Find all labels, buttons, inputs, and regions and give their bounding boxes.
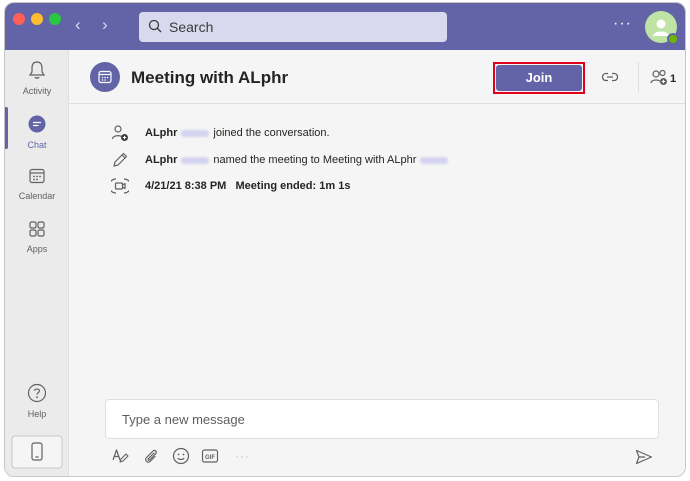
video-call-icon xyxy=(111,178,129,194)
send-icon[interactable] xyxy=(635,449,653,465)
attach-icon[interactable] xyxy=(143,447,159,465)
chat-header: Meeting with ALphr Join 1 xyxy=(69,50,685,104)
rail-item-label: Calendar xyxy=(18,191,56,201)
event-timestamp: 4/21/21 8:38 PM xyxy=(145,180,227,192)
page-title: Meeting with ALphr xyxy=(131,68,289,87)
event-text: 4/21/21 8:38 PM Meeting ended: 1m 1s xyxy=(145,180,350,192)
search-placeholder: Search xyxy=(169,19,214,35)
divider xyxy=(638,62,639,92)
rail-item-chat[interactable]: Chat xyxy=(5,114,69,150)
rail-item-activity[interactable]: Activity xyxy=(5,60,69,96)
format-text-icon[interactable] xyxy=(111,447,129,465)
rail-item-help[interactable]: Help xyxy=(5,383,69,419)
meeting-duration: 1m 1s xyxy=(319,180,351,192)
meeting-avatar xyxy=(90,62,120,92)
search-input[interactable]: Search xyxy=(139,12,447,42)
pencil-icon xyxy=(113,152,128,167)
minimize-window-button[interactable] xyxy=(31,13,43,25)
rail-item-label: Help xyxy=(27,409,47,419)
profile-avatar[interactable] xyxy=(645,11,679,45)
close-window-button[interactable] xyxy=(13,13,25,25)
blurred-surname xyxy=(420,156,449,164)
mobile-phone-icon xyxy=(11,435,63,469)
more-options-button[interactable]: ··· xyxy=(613,15,632,33)
rail-item-apps[interactable]: Apps xyxy=(5,220,69,254)
blurred-surname xyxy=(181,156,210,164)
event-text: ALphr named the meeting to Meeting with A… xyxy=(145,154,452,166)
emoji-icon[interactable] xyxy=(172,447,190,465)
chat-pane: Meeting with ALphr Join 1 ALphr joined t… xyxy=(69,50,685,476)
app-bar: Activity Chat Calendar Apps Help xyxy=(5,50,69,476)
blurred-surname xyxy=(181,129,210,137)
link-icon[interactable] xyxy=(601,70,619,84)
mobile-app-button[interactable] xyxy=(5,435,69,474)
help-icon xyxy=(27,383,47,403)
presence-available-icon xyxy=(667,33,679,45)
maximize-window-button[interactable] xyxy=(49,13,61,25)
user-name: ALphr xyxy=(145,154,178,166)
rail-item-label: Apps xyxy=(26,244,48,254)
chat-icon xyxy=(28,115,46,133)
event-description: joined the conversation. xyxy=(213,127,330,139)
participants-icon[interactable] xyxy=(650,69,670,87)
event-text: ALphr joined the conversation. xyxy=(145,127,330,139)
calendar-icon xyxy=(98,70,112,84)
apps-icon xyxy=(29,221,45,237)
event-description: Meeting ended: xyxy=(235,180,317,192)
participant-count[interactable]: 1 xyxy=(670,73,676,85)
join-button[interactable]: Join xyxy=(496,65,582,91)
rail-item-label: Chat xyxy=(27,140,47,150)
more-tools-icon[interactable]: ··· xyxy=(235,449,250,463)
message-placeholder: Type a new message xyxy=(122,412,245,427)
title-bar: ‹ › Search ··· xyxy=(5,3,685,50)
person-add-icon xyxy=(111,125,128,141)
gif-icon[interactable]: GIF xyxy=(201,447,219,465)
svg-text:GIF: GIF xyxy=(205,455,215,461)
message-input[interactable]: Type a new message xyxy=(105,399,659,439)
rail-item-label: Activity xyxy=(22,86,52,96)
user-name: ALphr xyxy=(145,127,178,139)
teams-window: ‹ › Search ··· Activity Chat Calendar Ap… xyxy=(4,2,686,477)
search-icon xyxy=(148,19,162,33)
forward-arrow-icon[interactable]: › xyxy=(102,16,108,33)
rail-item-calendar[interactable]: Calendar xyxy=(5,167,69,201)
back-arrow-icon[interactable]: ‹ xyxy=(75,16,81,33)
calendar-icon xyxy=(29,168,45,184)
event-description: named the meeting to Meeting with ALphr xyxy=(213,154,417,166)
bell-icon xyxy=(28,61,46,79)
